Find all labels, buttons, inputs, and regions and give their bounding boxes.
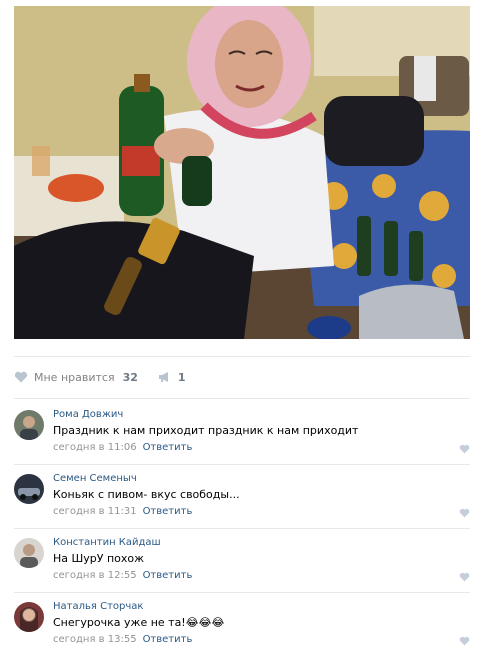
heart-icon[interactable] (459, 636, 470, 646)
heart-icon (14, 371, 28, 383)
comment-text: Снегурочка уже не та! (53, 616, 186, 629)
comment-item: Наталья Сторчак Снегурочка уже не та!😂😂😂… (14, 594, 470, 654)
comment-time[interactable]: сегодня в 13:55 (53, 634, 137, 645)
like-label: Мне нравится (34, 370, 115, 384)
comment-item: Рома Довжич Праздник к нам приходит праз… (14, 402, 470, 462)
heart-icon[interactable] (459, 572, 470, 582)
comment-author[interactable]: Константин Кайдаш (53, 537, 161, 548)
reply-link[interactable]: Ответить (143, 506, 193, 517)
comment-meta: сегодня в 11:31 Ответить (53, 506, 192, 517)
comment-separator (14, 464, 470, 465)
laughing-emoji-icon: 😂😂😂 (185, 616, 225, 629)
like-count: 32 (122, 370, 138, 384)
share-button[interactable]: 1 (158, 371, 186, 384)
reply-link[interactable]: Ответить (143, 570, 193, 581)
comment-time[interactable]: сегодня в 12:55 (53, 570, 137, 581)
avatar[interactable] (14, 538, 44, 568)
reply-link[interactable]: Ответить (143, 634, 193, 645)
comment-time[interactable]: сегодня в 11:31 (53, 506, 137, 517)
heart-icon[interactable] (459, 508, 470, 518)
comment-author[interactable]: Семен Семеныч (53, 473, 137, 484)
avatar[interactable] (14, 474, 44, 504)
avatar[interactable] (14, 602, 44, 632)
comment-meta: сегодня в 13:55 Ответить (53, 634, 192, 645)
comment-item: Константин Кайдаш На ШурУ похож сегодня … (14, 530, 470, 590)
comment-author[interactable]: Рома Довжич (53, 409, 123, 420)
comment-meta: сегодня в 11:06 Ответить (53, 442, 192, 453)
megaphone-icon (158, 372, 168, 382)
comment-text: Праздник к нам приходит праздник к нам п… (53, 424, 359, 437)
comment-separator (14, 592, 470, 593)
like-button[interactable]: Мне нравится 32 (14, 371, 138, 384)
post-actions: Мне нравится 32 1 (14, 366, 186, 388)
heart-icon[interactable] (459, 444, 470, 454)
post-photo-illustration (14, 6, 470, 339)
share-count: 1 (177, 370, 186, 384)
comment-time[interactable]: сегодня в 11:06 (53, 442, 137, 453)
post-photo[interactable] (14, 6, 470, 339)
post-separator (14, 356, 470, 357)
comment-separator (14, 528, 470, 529)
comment-text: Коньяк с пивом- вкус свободы... (53, 488, 240, 501)
comment-author[interactable]: Наталья Сторчак (53, 601, 143, 612)
comment-text: На ШурУ похож (53, 552, 145, 565)
comment-item: Семен Семеныч Коньяк с пивом- вкус свобо… (14, 466, 470, 526)
avatar[interactable] (14, 410, 44, 440)
reply-link[interactable]: Ответить (143, 442, 193, 453)
actions-separator (14, 398, 470, 399)
comment-text-wrapper: Снегурочка уже не та!😂😂😂 (53, 616, 224, 629)
comment-meta: сегодня в 12:55 Ответить (53, 570, 192, 581)
